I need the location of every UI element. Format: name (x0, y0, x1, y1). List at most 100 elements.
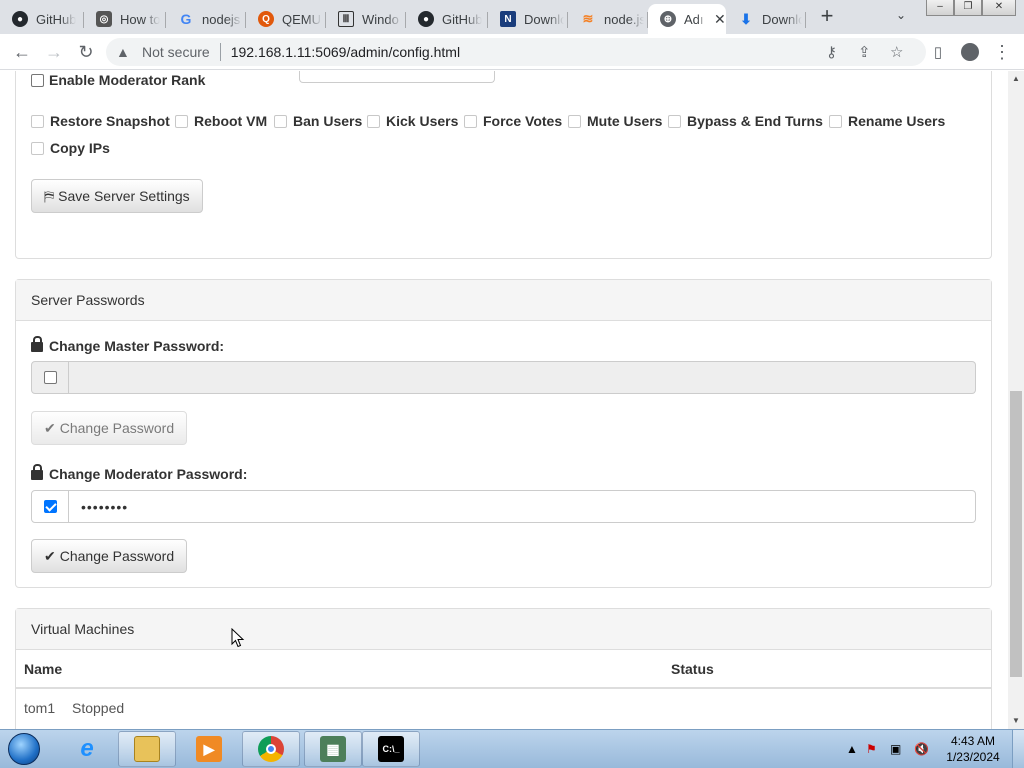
browser-tab-10[interactable]: ⬇ Downlo (726, 4, 806, 34)
enable-moderator-label: Enable Moderator Rank (49, 72, 206, 88)
scrollbar-thumb[interactable] (1010, 391, 1022, 677)
server-passwords-heading: Server Passwords (16, 280, 991, 321)
minimize-button[interactable]: – (926, 0, 954, 16)
master-password-label: Change Master Password: (31, 336, 224, 354)
taskbar-network-app[interactable]: ▦ (304, 731, 362, 767)
perm-force-votes[interactable]: Force Votes (464, 113, 562, 129)
checkmark-icon: ✔ (44, 547, 56, 564)
lock-icon (31, 336, 43, 352)
perm-kick-users[interactable]: Kick Users (367, 113, 458, 129)
browser-tab-5[interactable]: Ⅲ Windo (326, 4, 406, 34)
media-player-icon: ▶ (196, 736, 222, 762)
start-button[interactable] (4, 730, 44, 768)
reload-icon[interactable]: ↻ (74, 40, 98, 64)
action-center-flag-icon[interactable]: ⚑ (866, 730, 877, 768)
back-arrow-icon[interactable]: ← (10, 40, 34, 64)
perm-restore-snapshot[interactable]: Restore Snapshot (31, 113, 170, 129)
forward-arrow-icon[interactable]: → (42, 40, 66, 64)
clock-date: 1/23/2024 (946, 750, 1000, 764)
page-scrollbar[interactable]: ▲ ▼ (1008, 71, 1024, 729)
stackoverflow-icon: ≋ (582, 11, 594, 26)
master-password-checkbox[interactable] (43, 371, 57, 384)
moderator-password-input[interactable]: •••••••• (69, 490, 976, 523)
save-server-settings-button[interactable]: ⛿ Save Server Settings (31, 179, 203, 213)
mouse-cursor-icon (231, 628, 245, 648)
ban-users-checkbox[interactable] (274, 114, 287, 128)
moderator-password-toggle[interactable] (31, 490, 69, 523)
url-text[interactable]: 192.168.1.11:5069/admin/config.html (231, 44, 460, 60)
browser-tab-8[interactable]: ≋ node.js (568, 4, 648, 34)
mute-users-checkbox[interactable] (568, 114, 581, 128)
bypass-end-turns-checkbox[interactable] (668, 114, 681, 128)
share-icon[interactable]: ⇪ (858, 38, 871, 66)
volume-muted-icon[interactable]: 🔇 (914, 730, 929, 768)
address-bar[interactable]: ▲ Not secure 192.168.1.11:5069/admin/con… (106, 38, 926, 66)
taskbar-explorer[interactable] (118, 731, 176, 767)
browser-tab-7[interactable]: N Downlo (488, 4, 568, 34)
tab-search-chevron-icon[interactable]: ⌄ (896, 8, 906, 22)
enable-moderator-checkbox[interactable] (31, 73, 44, 87)
taskbar-internet-explorer[interactable]: e (58, 731, 116, 767)
close-tab-icon[interactable]: ✕ (714, 11, 726, 28)
browser-tab-3[interactable]: G nodejs (166, 4, 246, 34)
rename-users-checkbox[interactable] (829, 114, 842, 128)
notion-icon: N (500, 11, 516, 27)
profile-avatar-icon[interactable] (958, 40, 982, 64)
perm-copy-ips[interactable]: Copy IPs (31, 140, 110, 156)
tab-strip: ● GitHub ◎ How to G nodejs Q QEMU Ⅲ Wind… (0, 0, 1024, 34)
google-icon: G (180, 11, 192, 27)
new-tab-button[interactable]: + (816, 5, 838, 28)
change-moderator-password-button[interactable]: ✔ Change Password (31, 539, 188, 573)
page-viewport: Enable Moderator Rank Restore Snapshot R… (0, 71, 1008, 729)
force-votes-checkbox[interactable] (464, 114, 477, 128)
system-clock[interactable]: 4:43 AM 1/23/2024 (936, 733, 1010, 765)
table-row[interactable]: tom1 Stopped (16, 689, 991, 729)
restore-snapshot-checkbox[interactable] (31, 114, 44, 128)
browser-tab-6[interactable]: ● GitHub (406, 4, 488, 34)
archive-icon: Ⅲ (338, 11, 354, 27)
github-icon: ● (418, 11, 434, 27)
kick-users-checkbox[interactable] (367, 114, 380, 128)
scroll-down-arrow-icon[interactable]: ▼ (1008, 713, 1024, 729)
taskbar-media-player[interactable]: ▶ (180, 731, 238, 767)
virtual-machines-panel: Virtual Machines Name Status tom1 Stoppe… (15, 608, 992, 729)
show-desktop-button[interactable] (1012, 730, 1024, 768)
master-password-toggle[interactable] (31, 361, 69, 394)
vm-status: Stopped (72, 700, 125, 716)
scroll-up-arrow-icon[interactable]: ▲ (1008, 71, 1024, 87)
perm-mute-users[interactable]: Mute Users (568, 113, 662, 129)
browser-tab-2[interactable]: ◎ How to (84, 4, 166, 34)
enable-moderator-row: Enable Moderator Rank (31, 72, 205, 88)
browser-tab-1[interactable]: ● GitHub (0, 4, 84, 34)
close-window-button[interactable]: ✕ (982, 0, 1016, 16)
perm-reboot-vm[interactable]: Reboot VM (175, 113, 267, 129)
side-panel-icon[interactable]: ▯ (926, 40, 950, 64)
perm-rename-users[interactable]: Rename Users (829, 113, 945, 129)
menu-kebab-icon[interactable]: ⋮ (990, 40, 1014, 64)
perm-bypass-end-turns[interactable]: Bypass & End Turns (668, 113, 823, 129)
taskbar-chrome[interactable] (242, 731, 300, 767)
globe-icon: ⊕ (660, 11, 676, 27)
taskbar-cmd[interactable]: C:\_ (362, 731, 420, 767)
restore-button[interactable]: ❐ (954, 0, 982, 16)
browser-tab-active[interactable]: ⊕ Adı ✕ (648, 4, 726, 34)
security-label[interactable]: Not secure (142, 44, 210, 60)
key-icon[interactable]: ⚷ (826, 38, 837, 66)
show-hidden-icons[interactable]: ▲ (846, 730, 858, 768)
perm-ban-users[interactable]: Ban Users (274, 113, 362, 129)
reboot-vm-checkbox[interactable] (175, 114, 188, 128)
moderator-password-checkbox[interactable] (43, 500, 57, 513)
column-header-name: Name (24, 661, 63, 677)
browser-tab-4[interactable]: Q QEMU (246, 4, 326, 34)
warning-icon[interactable]: ▲ (116, 44, 136, 60)
master-password-input[interactable] (69, 361, 976, 394)
clock-time: 4:43 AM (950, 734, 996, 748)
bookmark-star-icon[interactable]: ☆ (890, 38, 903, 66)
change-master-password-button[interactable]: ✔ Change Password (31, 411, 188, 445)
master-password-group (31, 361, 976, 394)
settings-input-partial[interactable] (299, 71, 495, 83)
windows-taskbar: e ▶ ▦ C:\_ ▲ ⚑ ▣ 🔇 4:43 AM 1/23/2024 (0, 729, 1024, 768)
network-icon[interactable]: ▣ (890, 730, 901, 768)
moderator-password-label: Change Moderator Password: (31, 464, 247, 482)
copy-ips-checkbox[interactable] (31, 141, 44, 155)
